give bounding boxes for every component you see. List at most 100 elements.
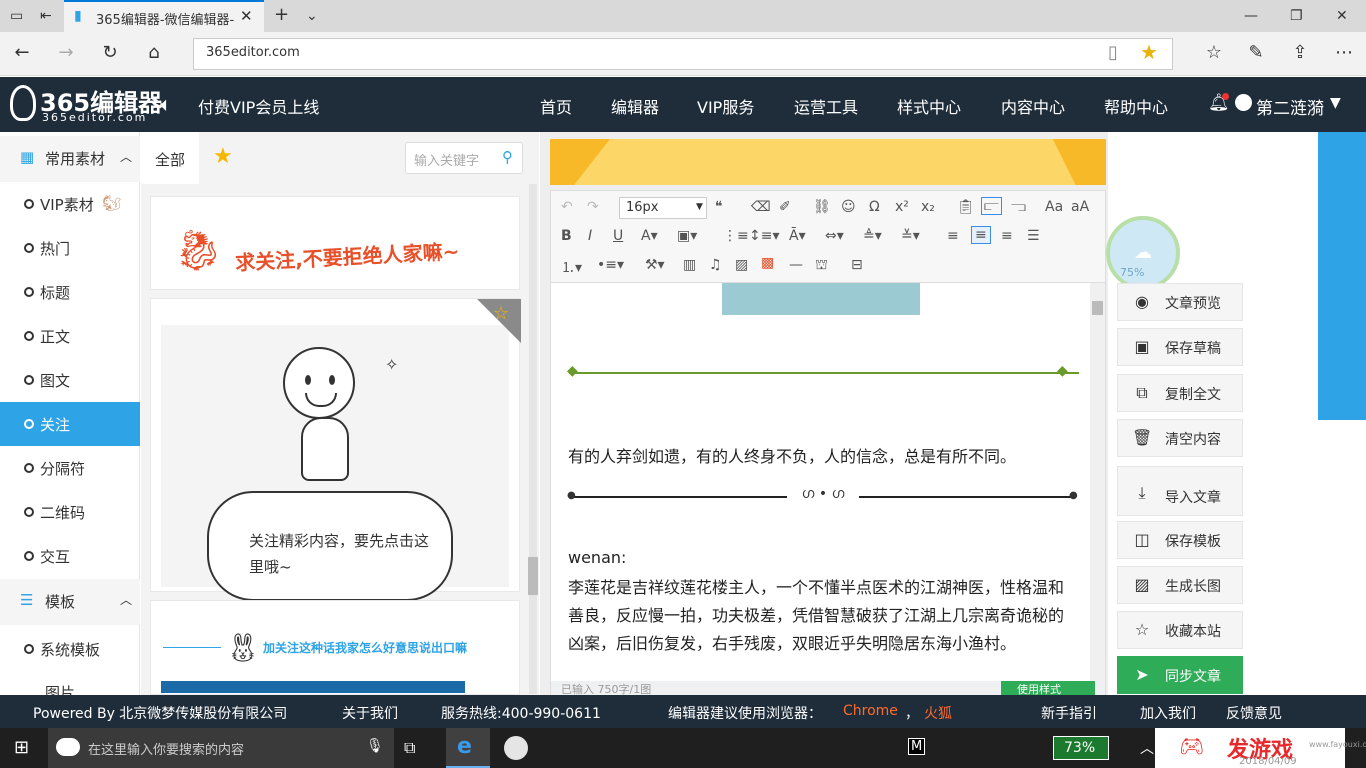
share-icon[interactable]: ⇪: [1286, 42, 1314, 66]
sidebar-item-follow[interactable]: 关注: [0, 402, 140, 446]
reading-view-icon[interactable]: ▯: [1108, 42, 1118, 63]
favorite-star-icon[interactable]: ★: [1140, 40, 1158, 64]
favorites-hub-icon[interactable]: ☆: [1200, 42, 1228, 66]
user-dropdown-icon[interactable]: ▼: [1330, 95, 1341, 111]
list-align-icon[interactable]: ⋮≡: [723, 228, 749, 244]
new-tab-icon[interactable]: +: [274, 4, 289, 25]
footer-feedback-link[interactable]: 反馈意见: [1226, 703, 1282, 723]
special-char-icon[interactable]: Ω: [869, 199, 880, 215]
forward-arrow-icon[interactable]: →: [52, 42, 80, 66]
nav-vip[interactable]: VIP服务: [697, 94, 754, 118]
highlight-icon[interactable]: ▣▾: [677, 228, 697, 244]
font-color-icon[interactable]: A▾: [641, 228, 658, 244]
tab-all[interactable]: 全部: [141, 132, 199, 184]
sidebar-item-hot[interactable]: 热门: [0, 226, 140, 270]
content-paragraph-1[interactable]: 有的人弃剑如遗，有的人终身不负，人的信念，总是有所不同。: [568, 443, 1016, 467]
panel-scroll-thumb[interactable]: [528, 557, 538, 595]
nav-content-center[interactable]: 内容中心: [1001, 94, 1065, 118]
bold-icon[interactable]: B: [561, 228, 572, 244]
align-left-icon[interactable]: ≡: [947, 228, 959, 244]
refresh-icon[interactable]: ↻: [96, 42, 124, 66]
redo-icon[interactable]: ↷: [587, 199, 599, 215]
font-case-icon[interactable]: Aa: [1045, 199, 1063, 215]
nav-home[interactable]: 首页: [540, 94, 572, 118]
superscript-icon[interactable]: x²: [895, 199, 909, 215]
indent-left-icon[interactable]: ⫍: [981, 197, 1002, 215]
font-size-select[interactable]: 16px ▼: [619, 197, 707, 219]
save-template-button[interactable]: ◫ 保存模板: [1117, 521, 1243, 559]
footer-join-link[interactable]: 加入我们: [1140, 703, 1196, 723]
pen-note-icon[interactable]: ✎: [1242, 42, 1270, 66]
para-spacing-bottom-icon[interactable]: ≚▾: [901, 228, 920, 244]
nav-help-center[interactable]: 帮助中心: [1104, 94, 1168, 118]
html-source-icon[interactable]: ⊟: [851, 257, 863, 273]
table-icon[interactable]: ▥: [683, 257, 696, 273]
blockquote-icon[interactable]: ❝: [715, 199, 723, 215]
align-justify-icon[interactable]: ☰: [1027, 228, 1040, 244]
m-tray-icon[interactable]: M: [908, 738, 926, 755]
unordered-list-icon[interactable]: •≡▾: [597, 257, 624, 273]
sidebar-group-template[interactable]: ☰ 模板 ︿: [0, 579, 140, 625]
material-card-bubble[interactable]: ✧ 关注精彩内容，要先点击这里哦~ ☆: [150, 298, 521, 601]
preview-article-button[interactable]: ◉ 文章预览: [1117, 283, 1243, 321]
home-icon[interactable]: ⌂: [140, 42, 168, 66]
sync-article-button[interactable]: ➤ 同步文章: [1117, 656, 1243, 694]
subscript-icon[interactable]: x₂: [921, 199, 935, 215]
sidebar-item-qrcode[interactable]: 二维码: [0, 490, 140, 534]
username[interactable]: 第二涟漪: [1256, 94, 1324, 119]
footer-about-link[interactable]: 关于我们: [342, 703, 398, 723]
undo-icon[interactable]: ↶: [561, 199, 573, 215]
taskbar-app-icon[interactable]: [504, 736, 528, 760]
sidebar-item-divider[interactable]: 分隔符: [0, 446, 140, 490]
sidebar-item-vip[interactable]: VIP素材 🐿︎: [0, 182, 140, 226]
windows-start-icon[interactable]: ⊞: [14, 737, 29, 758]
footer-guide-link[interactable]: 新手指引: [1041, 703, 1097, 723]
import-article-button[interactable]: ⤓ 导入文章: [1117, 466, 1243, 516]
line-height-icon[interactable]: ↕≡▾: [749, 228, 780, 244]
clear-content-button[interactable]: 🗑︎ 清空内容: [1117, 419, 1243, 457]
italic-icon[interactable]: I: [588, 228, 592, 244]
nav-editor[interactable]: 编辑器: [611, 94, 659, 118]
minimize-icon[interactable]: —: [1244, 8, 1258, 24]
announcement-text[interactable]: 付费VIP会员上线: [198, 94, 319, 118]
use-style-button[interactable]: 使用样式: [1001, 681, 1095, 695]
content-label[interactable]: wenan:: [568, 548, 626, 567]
align-right-icon[interactable]: ≡: [1001, 228, 1013, 244]
align-center-icon[interactable]: ≡: [971, 226, 991, 244]
search-input[interactable]: 输入关键字 ⚲: [405, 142, 523, 174]
floating-assistant-badge[interactable]: 75% ☁: [1106, 216, 1180, 290]
favorites-star-icon[interactable]: ★: [213, 144, 233, 169]
music-icon[interactable]: ♫: [709, 257, 722, 273]
sidebar-group-common[interactable]: ▦ 常用素材 ︿: [0, 136, 140, 182]
sidebar-item-images[interactable]: 图片: [0, 680, 140, 695]
footer-chrome-link[interactable]: Chrome: [843, 703, 898, 719]
ordered-list-icon[interactable]: ⒈▾: [561, 257, 582, 277]
paste-icon[interactable]: 📋︎: [957, 199, 975, 215]
tab-dropdown-icon[interactable]: ⌄: [306, 8, 318, 24]
para-spacing-top-icon[interactable]: ≜▾: [863, 228, 882, 244]
material-card-follow-text[interactable]: 🐰︎ 加关注这种话我家怎么好意思说出口嘛: [150, 600, 520, 695]
link-icon[interactable]: ⛓: [813, 199, 831, 215]
more-menu-icon[interactable]: ⋯: [1330, 42, 1358, 66]
emoji-icon[interactable]: ☺: [841, 199, 856, 215]
font-scale-icon[interactable]: aA: [1071, 199, 1089, 215]
eraser-icon[interactable]: ⌫: [751, 199, 771, 215]
search-icon[interactable]: ⚲: [502, 148, 513, 166]
content-paragraph-2[interactable]: 李莲花是吉祥纹莲花楼主人，一个不懂半点医术的江湖神医，性格温和善良，反应慢一拍，…: [568, 574, 1076, 658]
sidebar-item-body[interactable]: 正文: [0, 314, 140, 358]
binoculars-icon[interactable]: ⛫: [815, 257, 828, 275]
card-favorite-star-icon[interactable]: ☆: [493, 303, 509, 324]
magic-wand-icon[interactable]: ⚒▾: [645, 257, 665, 273]
bookmark-site-button[interactable]: ☆ 收藏本站: [1117, 611, 1243, 649]
right-side-tab[interactable]: [1318, 132, 1366, 420]
nav-style-center[interactable]: 样式中心: [897, 94, 961, 118]
user-avatar-icon[interactable]: [1235, 94, 1252, 111]
browser-tab[interactable]: ▮ 365编辑器-微信编辑器- ✕: [64, 0, 264, 32]
footer-firefox-link[interactable]: 火狐: [924, 703, 952, 723]
panel-scrollbar[interactable]: [529, 184, 537, 694]
window-close-icon[interactable]: ✕: [1336, 8, 1348, 24]
save-draft-button[interactable]: ▣ 保存草稿: [1117, 328, 1243, 366]
tab-list-icon[interactable]: ▭: [10, 8, 23, 24]
copy-all-button[interactable]: ⧉ 复制全文: [1117, 374, 1243, 412]
sidebar-item-interactive[interactable]: 交互: [0, 534, 140, 578]
